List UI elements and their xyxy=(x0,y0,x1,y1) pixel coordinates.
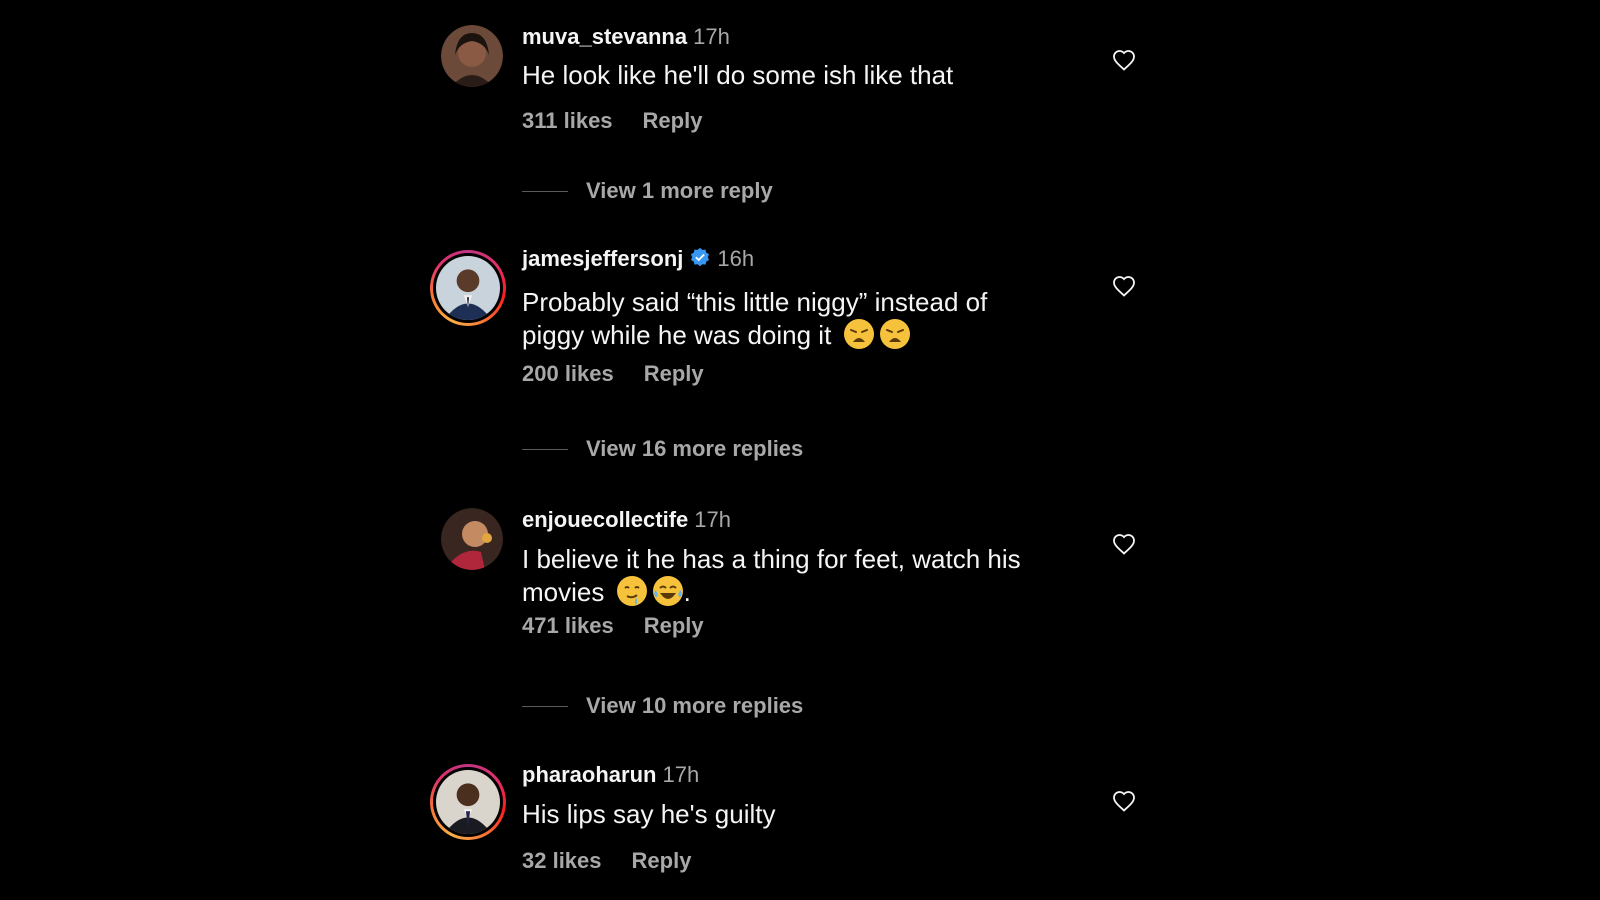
avatar[interactable] xyxy=(441,508,503,570)
comment-text: His lips say he's guilty xyxy=(522,799,776,829)
comment-text-suffix: . xyxy=(683,577,691,607)
avatar[interactable] xyxy=(430,250,506,326)
comment-text-line: Probably said “this little niggy” instea… xyxy=(522,287,988,317)
view-more-replies-label: View 1 more reply xyxy=(586,178,773,203)
heart-outline-icon[interactable] xyxy=(1112,275,1136,297)
comment-header: enjouecollectife 17h xyxy=(522,507,731,533)
comment-text: He look like he'll do some ish like that xyxy=(522,60,954,90)
comment-meta: 311 likes Reply xyxy=(522,108,702,134)
likes-count[interactable]: 311 likes xyxy=(522,108,613,133)
timestamp: 17h xyxy=(693,24,730,49)
weary-face-emoji xyxy=(879,319,910,349)
timestamp: 16h xyxy=(717,246,755,271)
timestamp: 17h xyxy=(662,762,700,787)
likes-count[interactable]: 471 likes xyxy=(522,613,614,638)
comment-header: pharaoharun 17h xyxy=(522,762,699,788)
heart-outline-icon[interactable] xyxy=(1112,790,1136,812)
view-more-replies-button[interactable]: View 1 more reply xyxy=(522,178,773,204)
username[interactable]: muva_stevanna xyxy=(522,24,687,49)
divider xyxy=(522,448,568,450)
heart-outline-icon[interactable] xyxy=(1112,533,1136,555)
comment-header: muva_stevanna 17h xyxy=(522,24,730,50)
comment-text-line: piggy while he was doing it xyxy=(522,320,832,350)
comment-meta: 32 likes Reply xyxy=(522,848,691,874)
avatar[interactable] xyxy=(430,764,506,840)
view-more-replies-button[interactable]: View 16 more replies xyxy=(522,436,803,462)
view-more-replies-label: View 16 more replies xyxy=(586,436,804,461)
drooling-face-emoji xyxy=(616,576,647,606)
avatar[interactable] xyxy=(441,25,503,87)
likes-count[interactable]: 200 likes xyxy=(522,361,614,386)
divider xyxy=(522,190,568,192)
heart-outline-icon[interactable] xyxy=(1112,49,1136,71)
reply-button[interactable]: Reply xyxy=(644,361,704,386)
view-more-replies-label: View 10 more replies xyxy=(586,693,804,718)
avatar-inner xyxy=(433,767,503,837)
verified-badge-icon xyxy=(691,247,710,267)
likes-count[interactable]: 32 likes xyxy=(522,848,602,873)
comment-text: Probably said “this little niggy” instea… xyxy=(522,286,1082,351)
tears-of-joy-emoji xyxy=(652,576,683,606)
comment-text-line: I believe it he has a thing for feet, wa… xyxy=(522,544,1021,574)
username[interactable]: jamesjeffersonj xyxy=(522,246,683,271)
username[interactable]: enjouecollectife xyxy=(522,507,688,532)
comment-header: jamesjeffersonj 16h xyxy=(522,246,754,272)
avatar-inner xyxy=(433,253,503,323)
comment-meta: 471 likes Reply xyxy=(522,613,704,639)
comment-meta: 200 likes Reply xyxy=(522,361,704,387)
view-more-replies-button[interactable]: View 10 more replies xyxy=(522,693,803,719)
weary-face-emoji xyxy=(843,319,874,349)
timestamp: 17h xyxy=(694,507,731,532)
reply-button[interactable]: Reply xyxy=(632,848,692,873)
reply-button[interactable]: Reply xyxy=(643,108,703,133)
comment-text: I believe it he has a thing for feet, wa… xyxy=(522,543,1082,608)
reply-button[interactable]: Reply xyxy=(644,613,704,638)
comment-text-line: movies xyxy=(522,577,605,607)
divider xyxy=(522,705,568,707)
username[interactable]: pharaoharun xyxy=(522,762,656,787)
